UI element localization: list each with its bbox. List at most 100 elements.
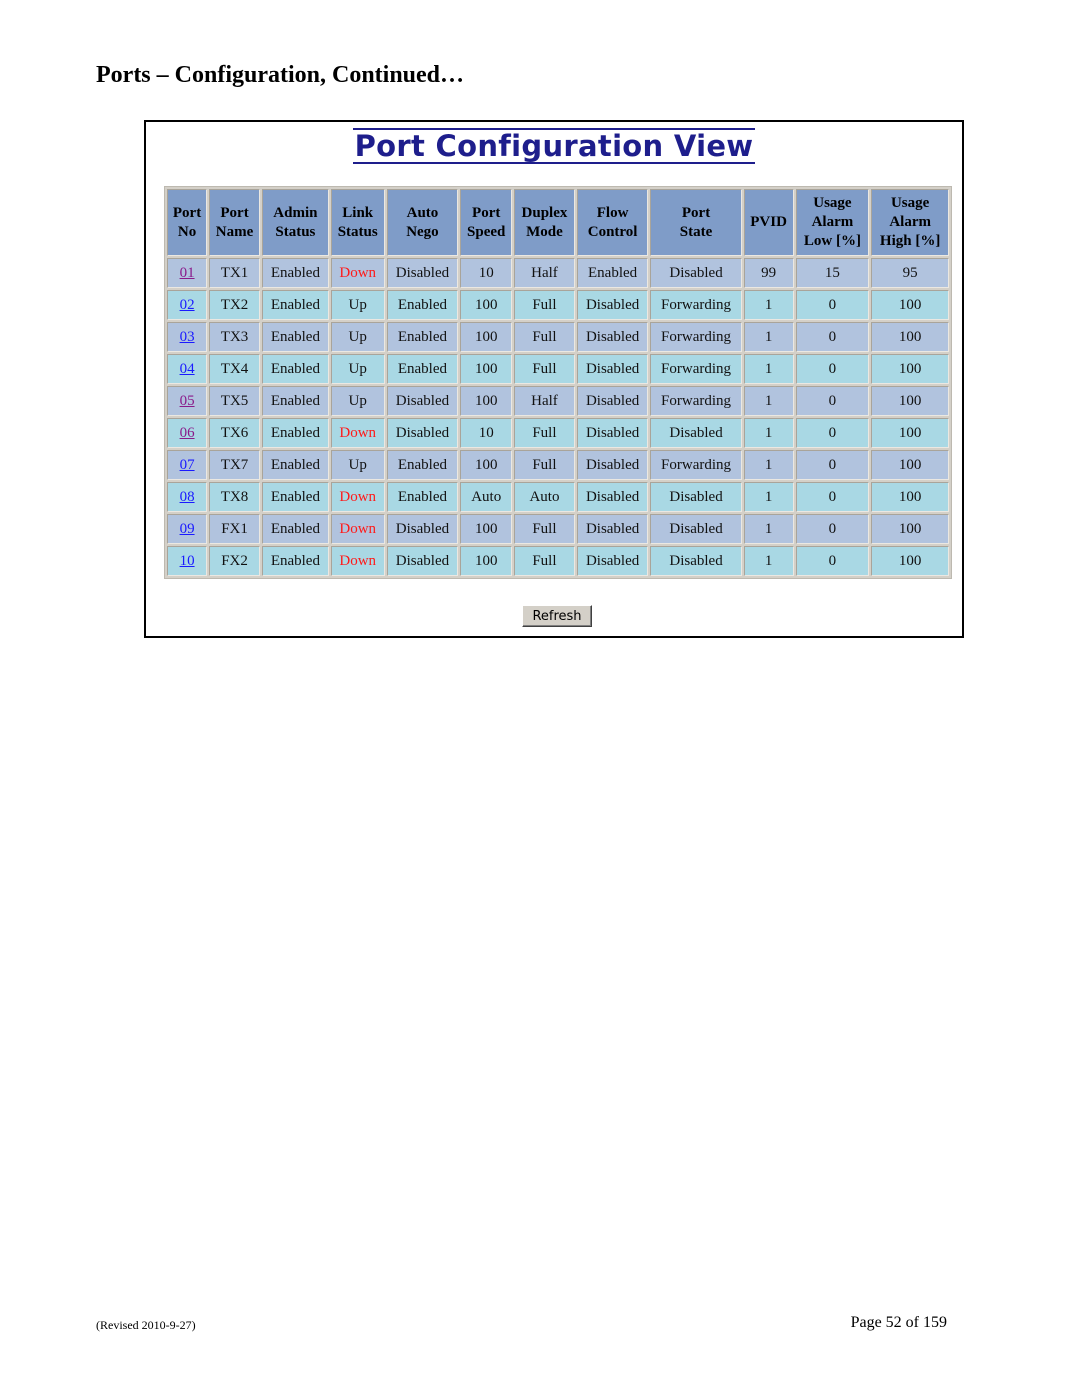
table-row: 09 FX1 Enabled Down Disabled 100 Full Disabled D…	[167, 514, 949, 544]
port-configuration-table: Port No Port Name Admin Status Link Status Auto N…	[164, 186, 952, 579]
cell-usage-alarm-low: 0	[795, 418, 870, 448]
cell-link-status: Up	[330, 290, 385, 320]
port-name-value: TX4	[220, 360, 249, 377]
pvid-value: 1	[764, 392, 773, 409]
usage-alarm-low-value: 0	[828, 424, 837, 441]
cell-duplex-mode: Full	[514, 290, 575, 320]
cell-usage-alarm-low: 0	[795, 546, 870, 576]
port-name-value: TX5	[220, 392, 249, 409]
cell-usage-alarm-low: 0	[795, 322, 870, 352]
cell-usage-alarm-high: 100	[871, 514, 949, 544]
cell-flow-control: Disabled	[576, 418, 649, 448]
flow-control-value: Disabled	[585, 392, 640, 409]
link-status-value: Up	[348, 456, 367, 473]
admin-status-value: Enabled	[270, 520, 320, 537]
usage-alarm-low-value: 0	[828, 456, 837, 473]
column-header-line: Usage	[813, 195, 852, 211]
usage-alarm-low-value: 0	[828, 488, 837, 505]
pvid-value: 99	[761, 264, 777, 281]
cell-port-speed: Auto	[460, 482, 513, 512]
duplex-mode-value: Full	[532, 456, 557, 473]
port-state-value: Forwarding	[661, 328, 732, 345]
link-status-value: Up	[348, 392, 367, 409]
cell-port-speed: 100	[460, 546, 513, 576]
usage-alarm-high-value: 100	[898, 360, 922, 377]
port-link[interactable]: 08	[180, 489, 195, 505]
admin-status-value: Enabled	[270, 552, 320, 569]
link-status-value: Up	[348, 360, 367, 377]
usage-alarm-high-value: 100	[898, 552, 922, 569]
column-header-admin-status: Admin Status	[261, 189, 329, 256]
cell-auto-nego: Disabled	[386, 546, 459, 576]
table-row: 02 TX2 Enabled Up Enabled 100 Full Disabled Forw…	[167, 290, 949, 320]
cell-port-state: Disabled	[650, 482, 742, 512]
port-link[interactable]: 07	[180, 457, 195, 473]
column-header-line: Alarm	[889, 214, 931, 230]
port-link[interactable]: 10	[180, 553, 195, 569]
cell-link-status: Up	[330, 354, 385, 384]
column-header-flow-control: Flow Control	[576, 189, 649, 256]
duplex-mode-value: Half	[531, 392, 558, 409]
cell-admin-status: Enabled	[261, 418, 329, 448]
cell-usage-alarm-high: 100	[871, 418, 949, 448]
port-state-value: Disabled	[669, 264, 723, 281]
usage-alarm-high-value: 100	[898, 328, 922, 345]
usage-alarm-low-value: 0	[828, 296, 837, 313]
link-status-value: Down	[339, 488, 377, 505]
port-state-value: Disabled	[669, 520, 723, 537]
column-header-line: Status	[275, 223, 316, 240]
cell-port-speed: 100	[460, 450, 513, 480]
cell-duplex-mode: Half	[514, 258, 575, 288]
port-link[interactable]: 06	[180, 425, 195, 441]
port-link[interactable]: 09	[180, 521, 195, 537]
pvid-value: 1	[764, 552, 773, 569]
column-header-usage-alarm-low: Usage Alarm Low [%]	[795, 189, 870, 256]
flow-control-value: Disabled	[585, 360, 640, 377]
table-row: 06 TX6 Enabled Down Disabled 10 Full Disabled Di…	[167, 418, 949, 448]
table-row: 05 TX5 Enabled Up Disabled 100 Half Disabled For…	[167, 386, 949, 416]
admin-status-value: Enabled	[270, 264, 320, 281]
auto-nego-value: Enabled	[397, 488, 448, 505]
flow-control-value: Disabled	[585, 456, 640, 473]
cell-pvid: 1	[743, 450, 794, 480]
duplex-mode-value: Full	[532, 296, 557, 313]
cell-flow-control: Disabled	[576, 546, 649, 576]
usage-alarm-low-value: 0	[828, 552, 837, 569]
port-link[interactable]: 02	[180, 297, 195, 313]
flow-control-value: Disabled	[585, 488, 640, 505]
port-link[interactable]: 04	[180, 361, 195, 377]
cell-port-state: Forwarding	[650, 354, 742, 384]
pvid-value: 1	[764, 424, 773, 441]
auto-nego-value: Disabled	[395, 424, 450, 441]
link-status-value: Up	[348, 328, 367, 345]
cell-auto-nego: Enabled	[386, 322, 459, 352]
table-body: 01 TX1 Enabled Down Disabled 10 Half Enabled Dis…	[167, 258, 949, 576]
cell-admin-status: Enabled	[261, 546, 329, 576]
port-link[interactable]: 05	[180, 393, 195, 409]
cell-port-no: 01	[167, 258, 208, 288]
cell-port-no: 08	[167, 482, 208, 512]
duplex-mode-value: Full	[532, 360, 557, 377]
port-speed-value: 100	[474, 520, 498, 537]
cell-port-name: TX5	[209, 386, 260, 416]
cell-admin-status: Enabled	[261, 322, 329, 352]
page-heading: Ports – Configuration, Continued…	[96, 62, 465, 88]
duplex-mode-value: Full	[532, 520, 557, 537]
cell-flow-control: Disabled	[576, 354, 649, 384]
cell-port-speed: 10	[460, 258, 513, 288]
port-link[interactable]: 03	[180, 329, 195, 345]
auto-nego-value: Disabled	[395, 264, 450, 281]
port-state-value: Disabled	[669, 552, 723, 569]
admin-status-value: Enabled	[270, 392, 320, 409]
port-speed-value: 100	[474, 552, 498, 569]
cell-auto-nego: Disabled	[386, 514, 459, 544]
refresh-button[interactable]: Refresh	[522, 605, 592, 627]
column-header-line: Status	[337, 223, 378, 240]
auto-nego-value: Enabled	[397, 456, 448, 473]
footer-page-number: Page 52 of 159	[850, 1314, 947, 1331]
column-header-line: Duplex	[521, 204, 568, 221]
cell-flow-control: Enabled	[576, 258, 649, 288]
port-speed-value: 100	[474, 360, 498, 377]
port-link[interactable]: 01	[180, 265, 195, 281]
cell-link-status: Down	[330, 546, 385, 576]
